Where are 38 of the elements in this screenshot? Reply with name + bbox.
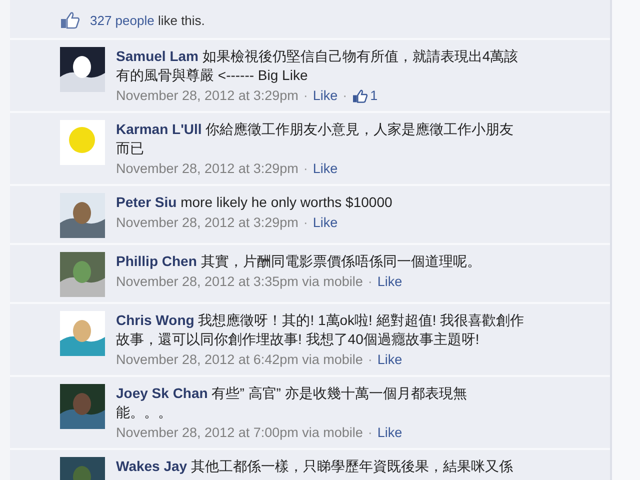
author-link[interactable]: Chris Wong — [116, 312, 194, 328]
comment-text: Joey Sk Chan 有些” 高官” 亦是收幾十萬一個月都表現無 能。。。 — [116, 384, 468, 422]
comment-time: November 28, 2012 at 3:29pm — [116, 87, 298, 105]
comment-time: November 28, 2012 at 3:29pm — [116, 160, 298, 178]
like-link[interactable]: Like — [312, 85, 338, 106]
separator-dot: · — [368, 273, 372, 291]
like-link[interactable]: Like — [377, 422, 402, 443]
comment-time: November 28, 2012 at 7:00pm via mobile — [116, 424, 363, 442]
like-link[interactable]: Like — [312, 158, 338, 179]
comment-text: Wakes Jay 其他工都係一樣，只睇學歷年資既後果，結果咪又係 — [116, 457, 514, 476]
comment-time: November 28, 2012 at 6:42pm via mobile — [116, 351, 363, 369]
separator-dot: · — [303, 214, 308, 232]
separator-dot: · — [368, 424, 372, 442]
comment-text: Chris Wong 我想應徵呀！其的! 1萬ok啦! 絕對超值! 我很喜歡創作 故事，還可以同你創作埋故事! 我想了40個過癮故事主題呀! — [116, 311, 526, 349]
like-link[interactable]: Like — [312, 212, 338, 233]
author-link[interactable]: Wakes Jay — [116, 458, 188, 474]
comment-time: November 28, 2012 at 3:29pm — [116, 214, 298, 232]
people-count-link[interactable]: 327 people — [90, 12, 154, 28]
like-link[interactable]: Like — [377, 349, 402, 370]
comment-time: November 28, 2012 at 3:35pm via mobile — [116, 273, 363, 291]
thumbs-up-icon — [352, 88, 368, 102]
like-link[interactable]: Like — [377, 271, 402, 292]
separator-dot: · — [303, 160, 308, 178]
separator-dot: · — [342, 87, 348, 105]
thumbs-up-icon — [60, 11, 80, 29]
like-summary: 327 people like this. — [90, 12, 205, 28]
author-link[interactable]: Joey Sk Chan — [116, 385, 208, 401]
like-count-link[interactable]: 1 — [370, 85, 378, 106]
author-link[interactable]: Samuel Lam — [116, 48, 198, 64]
separator-dot: · — [303, 87, 308, 105]
comment-text: Samuel Lam 如果檢視後仍堅信自己物有所值，就請表現出4萬該 有的風骨與尊嚴 <------ Big Like — [116, 47, 520, 85]
comment-text: Peter Siu more likely he only worths $10000 — [116, 193, 394, 212]
author-link[interactable]: Peter Siu — [116, 194, 177, 210]
comment-text: Phillip Chen 其實，片酬同電影票價係唔係同一個道理呢。 — [116, 252, 482, 271]
separator-dot: · — [368, 351, 372, 369]
author-link[interactable]: Karman L'Ull — [116, 121, 202, 137]
author-link[interactable]: Phillip Chen — [116, 253, 197, 269]
comment-text: Karman L'Ull 你給應徵工作朋友小意見，人家是應徵工作小朋友 而已 — [116, 120, 515, 158]
